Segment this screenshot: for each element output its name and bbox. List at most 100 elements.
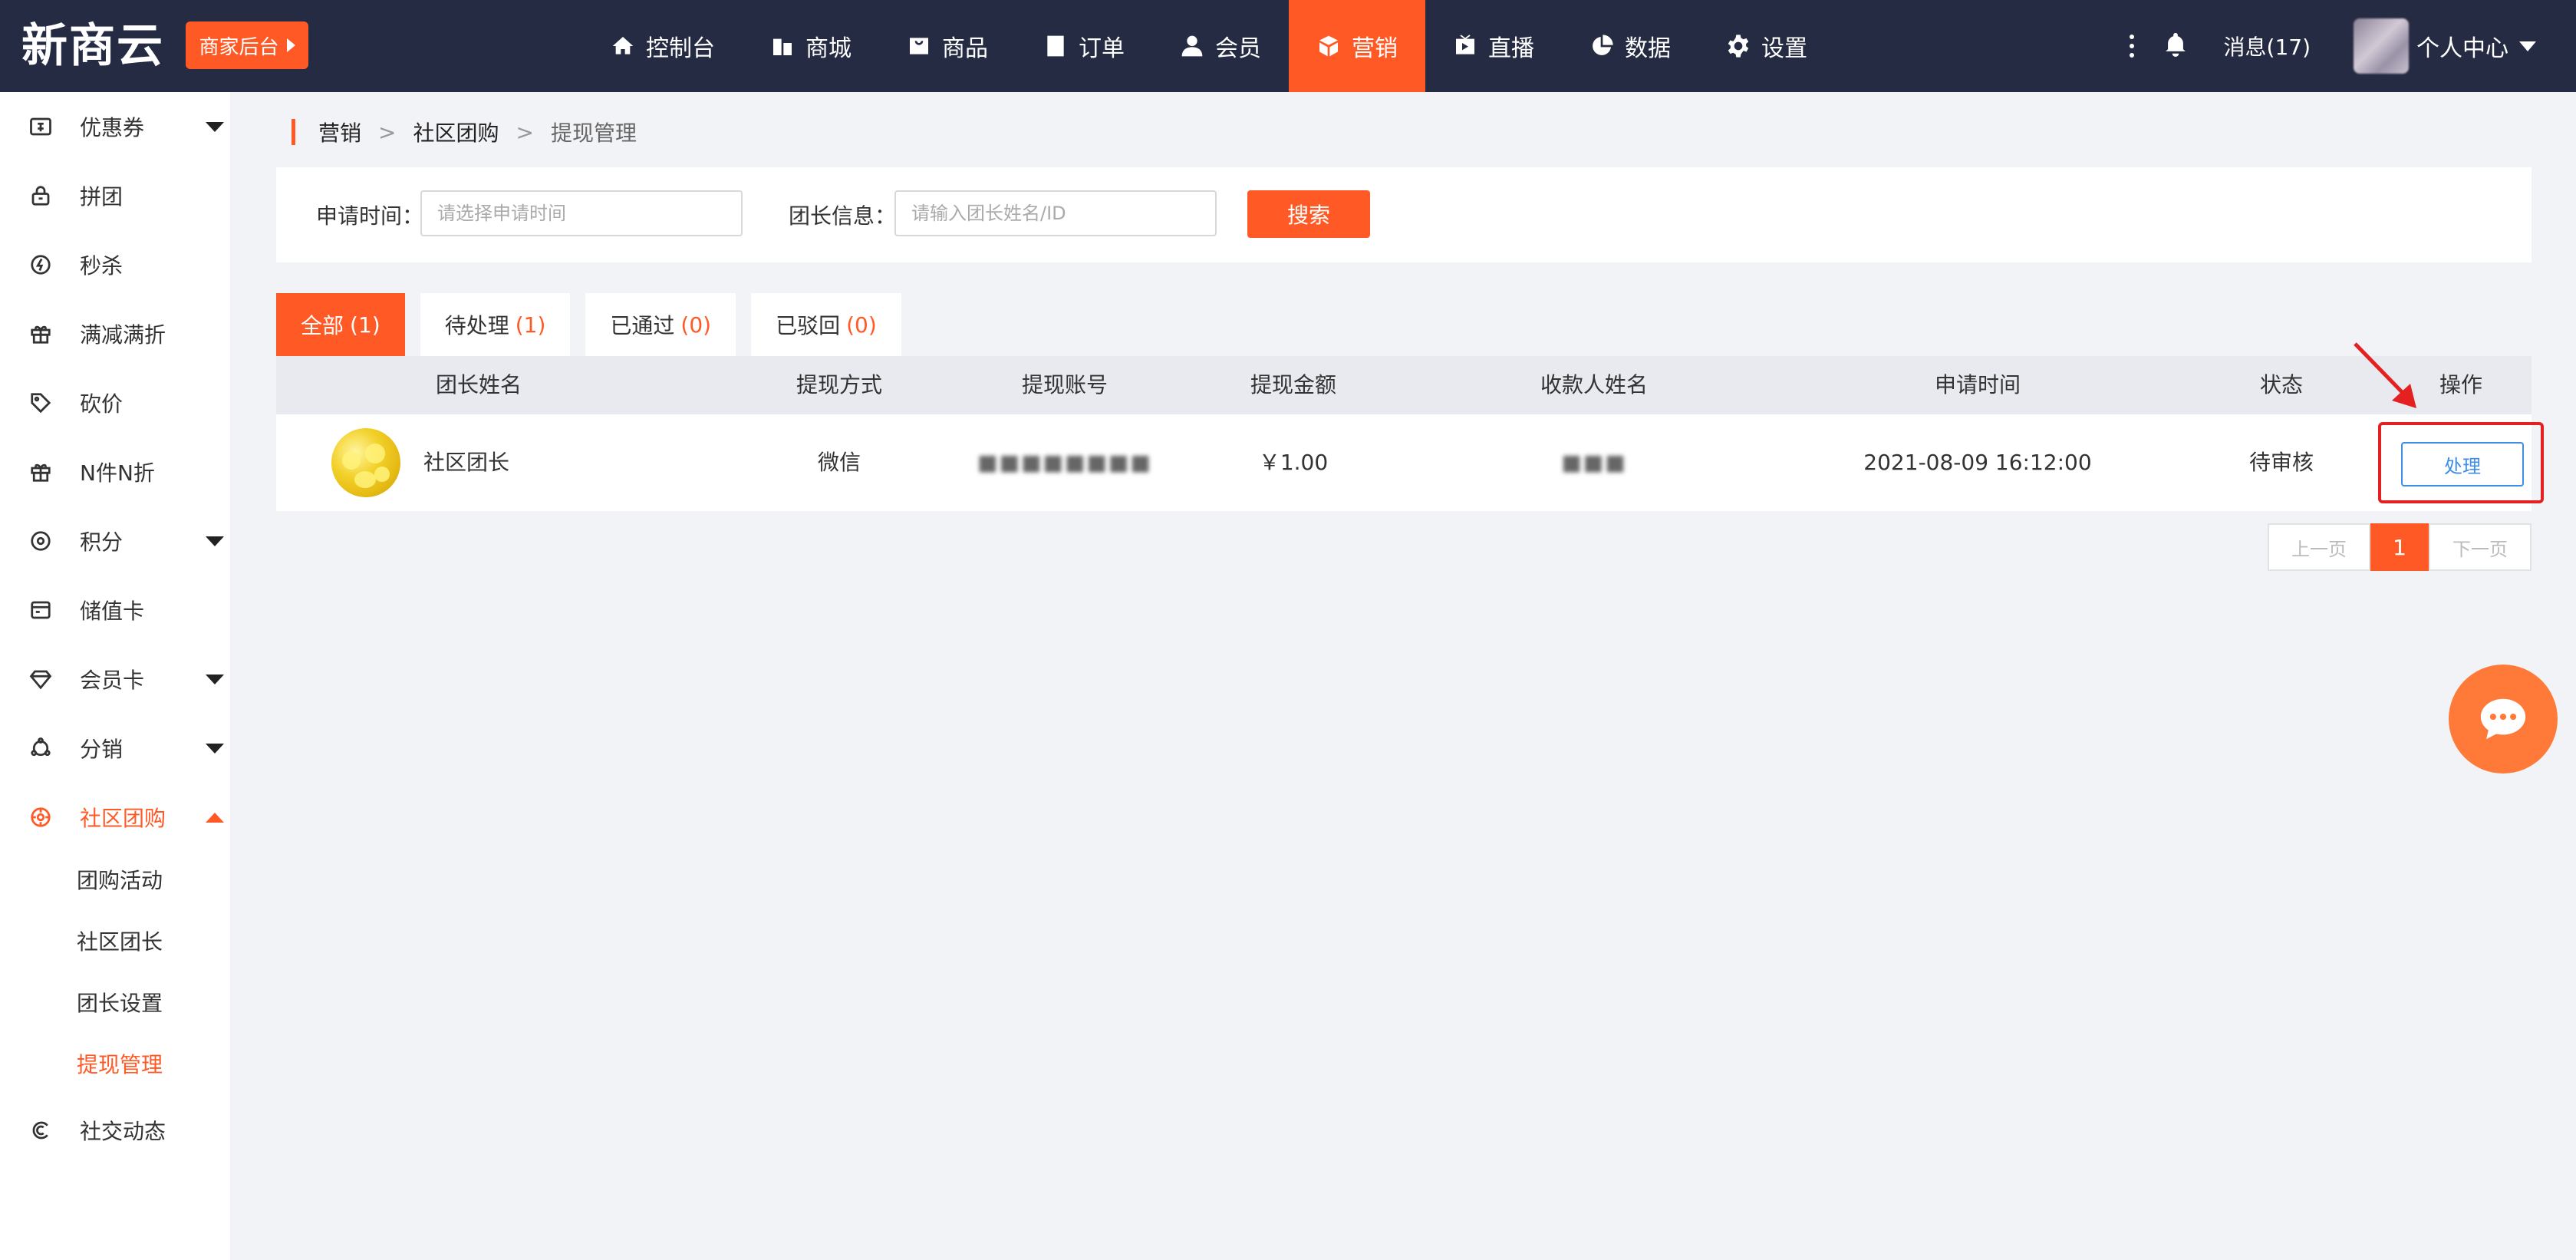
page-number-button[interactable]: 1 bbox=[2370, 523, 2429, 571]
breadcrumb-current: 提现管理 bbox=[550, 120, 637, 146]
column-header: 提现方式 bbox=[796, 372, 883, 397]
cube-icon bbox=[1319, 35, 1338, 57]
card-icon bbox=[29, 599, 52, 622]
filter-panel: 申请时间： 请选择申请时间 团长信息： 请输入团长姓名/ID 搜索 bbox=[276, 167, 2532, 262]
pie-chart-icon bbox=[1593, 35, 1613, 55]
status-cell: 待审核 bbox=[2248, 450, 2314, 475]
nav-item-members[interactable]: 会员 bbox=[1152, 0, 1289, 92]
sidebar-item-stored-value-card[interactable]: 储值卡 bbox=[0, 576, 230, 645]
bell-icon[interactable] bbox=[2163, 31, 2193, 61]
logo[interactable]: 新商云 bbox=[21, 14, 164, 78]
payee-cell: ■■■ bbox=[1561, 450, 1627, 475]
nav-item-goods[interactable]: 商品 bbox=[879, 0, 1016, 92]
sidebar-item-bargain[interactable]: 砍价 bbox=[0, 368, 230, 437]
sidebar-item-group-buy[interactable]: 拼团 bbox=[0, 161, 230, 230]
sidebar-item-coupons[interactable]: 优惠券 bbox=[0, 92, 230, 161]
merchant-backend-button[interactable]: 商家后台 bbox=[186, 21, 308, 69]
personal-center-link[interactable]: 个人中心 bbox=[2416, 29, 2508, 63]
chevron-down-icon[interactable] bbox=[206, 121, 224, 132]
tab-pending[interactable]: 待处理 (1) bbox=[420, 293, 571, 356]
apply-time-label: 申请时间： bbox=[316, 203, 424, 229]
sidebar-sub-item-withdraw-management[interactable]: 提现管理 bbox=[77, 1034, 163, 1096]
process-button[interactable]: 处理 bbox=[2401, 442, 2524, 487]
sidebar-item-label: 优惠券 bbox=[80, 115, 145, 140]
chevron-down-icon[interactable] bbox=[2519, 41, 2536, 51]
gift-icon bbox=[29, 460, 52, 483]
sidebar-item-full-reduction[interactable]: 满减满折 bbox=[0, 299, 230, 368]
leader-name-cell: 社区团长 bbox=[423, 450, 510, 475]
sidebar-item-label: 秒杀 bbox=[80, 253, 124, 279]
chevron-down-icon[interactable] bbox=[206, 743, 224, 754]
building-icon bbox=[773, 38, 792, 55]
nav-label: 数据 bbox=[1625, 35, 1671, 62]
column-header: 提现金额 bbox=[1250, 372, 1337, 397]
gift-icon bbox=[29, 322, 52, 345]
tab-label: 待处理 bbox=[444, 313, 509, 338]
sidebar-item-member-card[interactable]: 会员卡 bbox=[0, 645, 230, 714]
chat-button[interactable] bbox=[2449, 665, 2558, 773]
breadcrumb-item[interactable]: 社区团购 bbox=[413, 117, 499, 147]
amount-cell: ￥1.00 bbox=[1258, 450, 1329, 475]
bag-icon bbox=[910, 38, 928, 54]
nav-label: 控制台 bbox=[646, 35, 715, 62]
nav-label: 商城 bbox=[805, 35, 852, 62]
top-bar: 新商云 商家后台 控制台 商城 商品 订单 会员 营销 直播 数据 设置 消息(… bbox=[0, 0, 2576, 92]
time-cell: 2021-08-09 16:12:00 bbox=[1863, 450, 2092, 475]
column-header: 申请时间 bbox=[1934, 372, 2021, 397]
sidebar-item-flash-sale[interactable]: 秒杀 bbox=[0, 230, 230, 299]
nav-item-data[interactable]: 数据 bbox=[1562, 0, 1698, 92]
tab-count: (1) bbox=[515, 312, 546, 338]
next-page-button[interactable]: 下一页 bbox=[2429, 523, 2532, 571]
sidebar-sub-item-group-activity[interactable]: 团购活动 bbox=[77, 850, 163, 912]
column-header: 提现账号 bbox=[1021, 372, 1108, 397]
sidebar-item-points[interactable]: 积分 bbox=[0, 506, 230, 576]
home-icon bbox=[612, 37, 634, 54]
nav-label: 会员 bbox=[1215, 35, 1261, 62]
nav-item-settings[interactable]: 设置 bbox=[1698, 0, 1835, 92]
chevron-up-icon[interactable] bbox=[206, 812, 224, 823]
more-icon[interactable] bbox=[2116, 0, 2147, 92]
tag-icon bbox=[29, 391, 52, 414]
search-button[interactable]: 搜索 bbox=[1247, 190, 1370, 238]
nav-item-dashboard[interactable]: 控制台 bbox=[583, 0, 743, 92]
tab-rejected[interactable]: 已驳回 (0) bbox=[751, 293, 901, 356]
tab-label: 已驳回 bbox=[776, 313, 841, 338]
method-cell: 微信 bbox=[817, 450, 861, 475]
chevron-down-icon[interactable] bbox=[206, 674, 224, 684]
nav-item-live[interactable]: 直播 bbox=[1425, 0, 1562, 92]
avatar[interactable] bbox=[2354, 18, 2409, 74]
nav-item-mall[interactable]: 商城 bbox=[743, 0, 879, 92]
sidebar-item-label: 砍价 bbox=[80, 391, 124, 417]
sidebar-item-distribution[interactable]: 分销 bbox=[0, 714, 230, 783]
nav-item-orders[interactable]: 订单 bbox=[1016, 0, 1152, 92]
sidebar-item-social-feed[interactable]: 社交动态 bbox=[0, 1096, 230, 1165]
table-row: 社区团长 微信 ■■■■■■■■ ￥1.00 ■■■ 2021-08-09 16… bbox=[276, 414, 2544, 511]
leader-info-input[interactable]: 请输入团长姓名/ID bbox=[894, 190, 1217, 236]
sidebar-item-community-group-buy[interactable]: 社区团购 bbox=[0, 783, 230, 852]
withdraw-table: 团长姓名 提现方式 提现账号 提现金额 收款人姓名 申请时间 状态 操作 社区团… bbox=[276, 356, 2544, 511]
chat-bubble-icon bbox=[2480, 698, 2526, 740]
sidebar-sub-item-community-leader[interactable]: 社区团长 bbox=[77, 912, 163, 973]
nav-label: 营销 bbox=[1352, 35, 1398, 62]
sidebar-item-label: N件N折 bbox=[80, 460, 155, 486]
chevron-down-icon[interactable] bbox=[206, 536, 224, 546]
apply-time-input[interactable]: 请选择申请时间 bbox=[420, 190, 743, 236]
tab-count: (0) bbox=[680, 312, 712, 338]
messages-link[interactable]: 消息(17) bbox=[2224, 31, 2311, 61]
tab-label: 已通过 bbox=[610, 313, 675, 338]
nav-item-marketing[interactable]: 营销 bbox=[1289, 0, 1425, 92]
lock-bag-icon bbox=[29, 184, 52, 207]
main-nav: 控制台 商城 商品 订单 会员 营销 直播 数据 设置 bbox=[583, 0, 1835, 92]
breadcrumb-item[interactable]: 营销 bbox=[318, 117, 361, 147]
tab-all[interactable]: 全部 (1) bbox=[276, 293, 405, 356]
sidebar-item-n-discount[interactable]: N件N折 bbox=[0, 437, 230, 506]
prev-page-button[interactable]: 上一页 bbox=[2268, 523, 2370, 571]
nav-label: 商品 bbox=[942, 35, 988, 62]
table-header: 团长姓名 提现方式 提现账号 提现金额 收款人姓名 申请时间 状态 操作 bbox=[276, 356, 2532, 414]
tv-icon bbox=[1456, 35, 1474, 54]
sidebar-sub-item-leader-settings[interactable]: 团长设置 bbox=[77, 973, 163, 1034]
breadcrumb-marker bbox=[292, 119, 295, 145]
header-tools: 消息(17) 个人中心 bbox=[2116, 0, 2576, 92]
tab-approved[interactable]: 已通过 (0) bbox=[585, 293, 736, 356]
sidebar: 优惠券 拼团 秒杀 满减满折 砍价 N件N折 积分 储值卡 会员卡 分销 社区团… bbox=[0, 92, 230, 1260]
